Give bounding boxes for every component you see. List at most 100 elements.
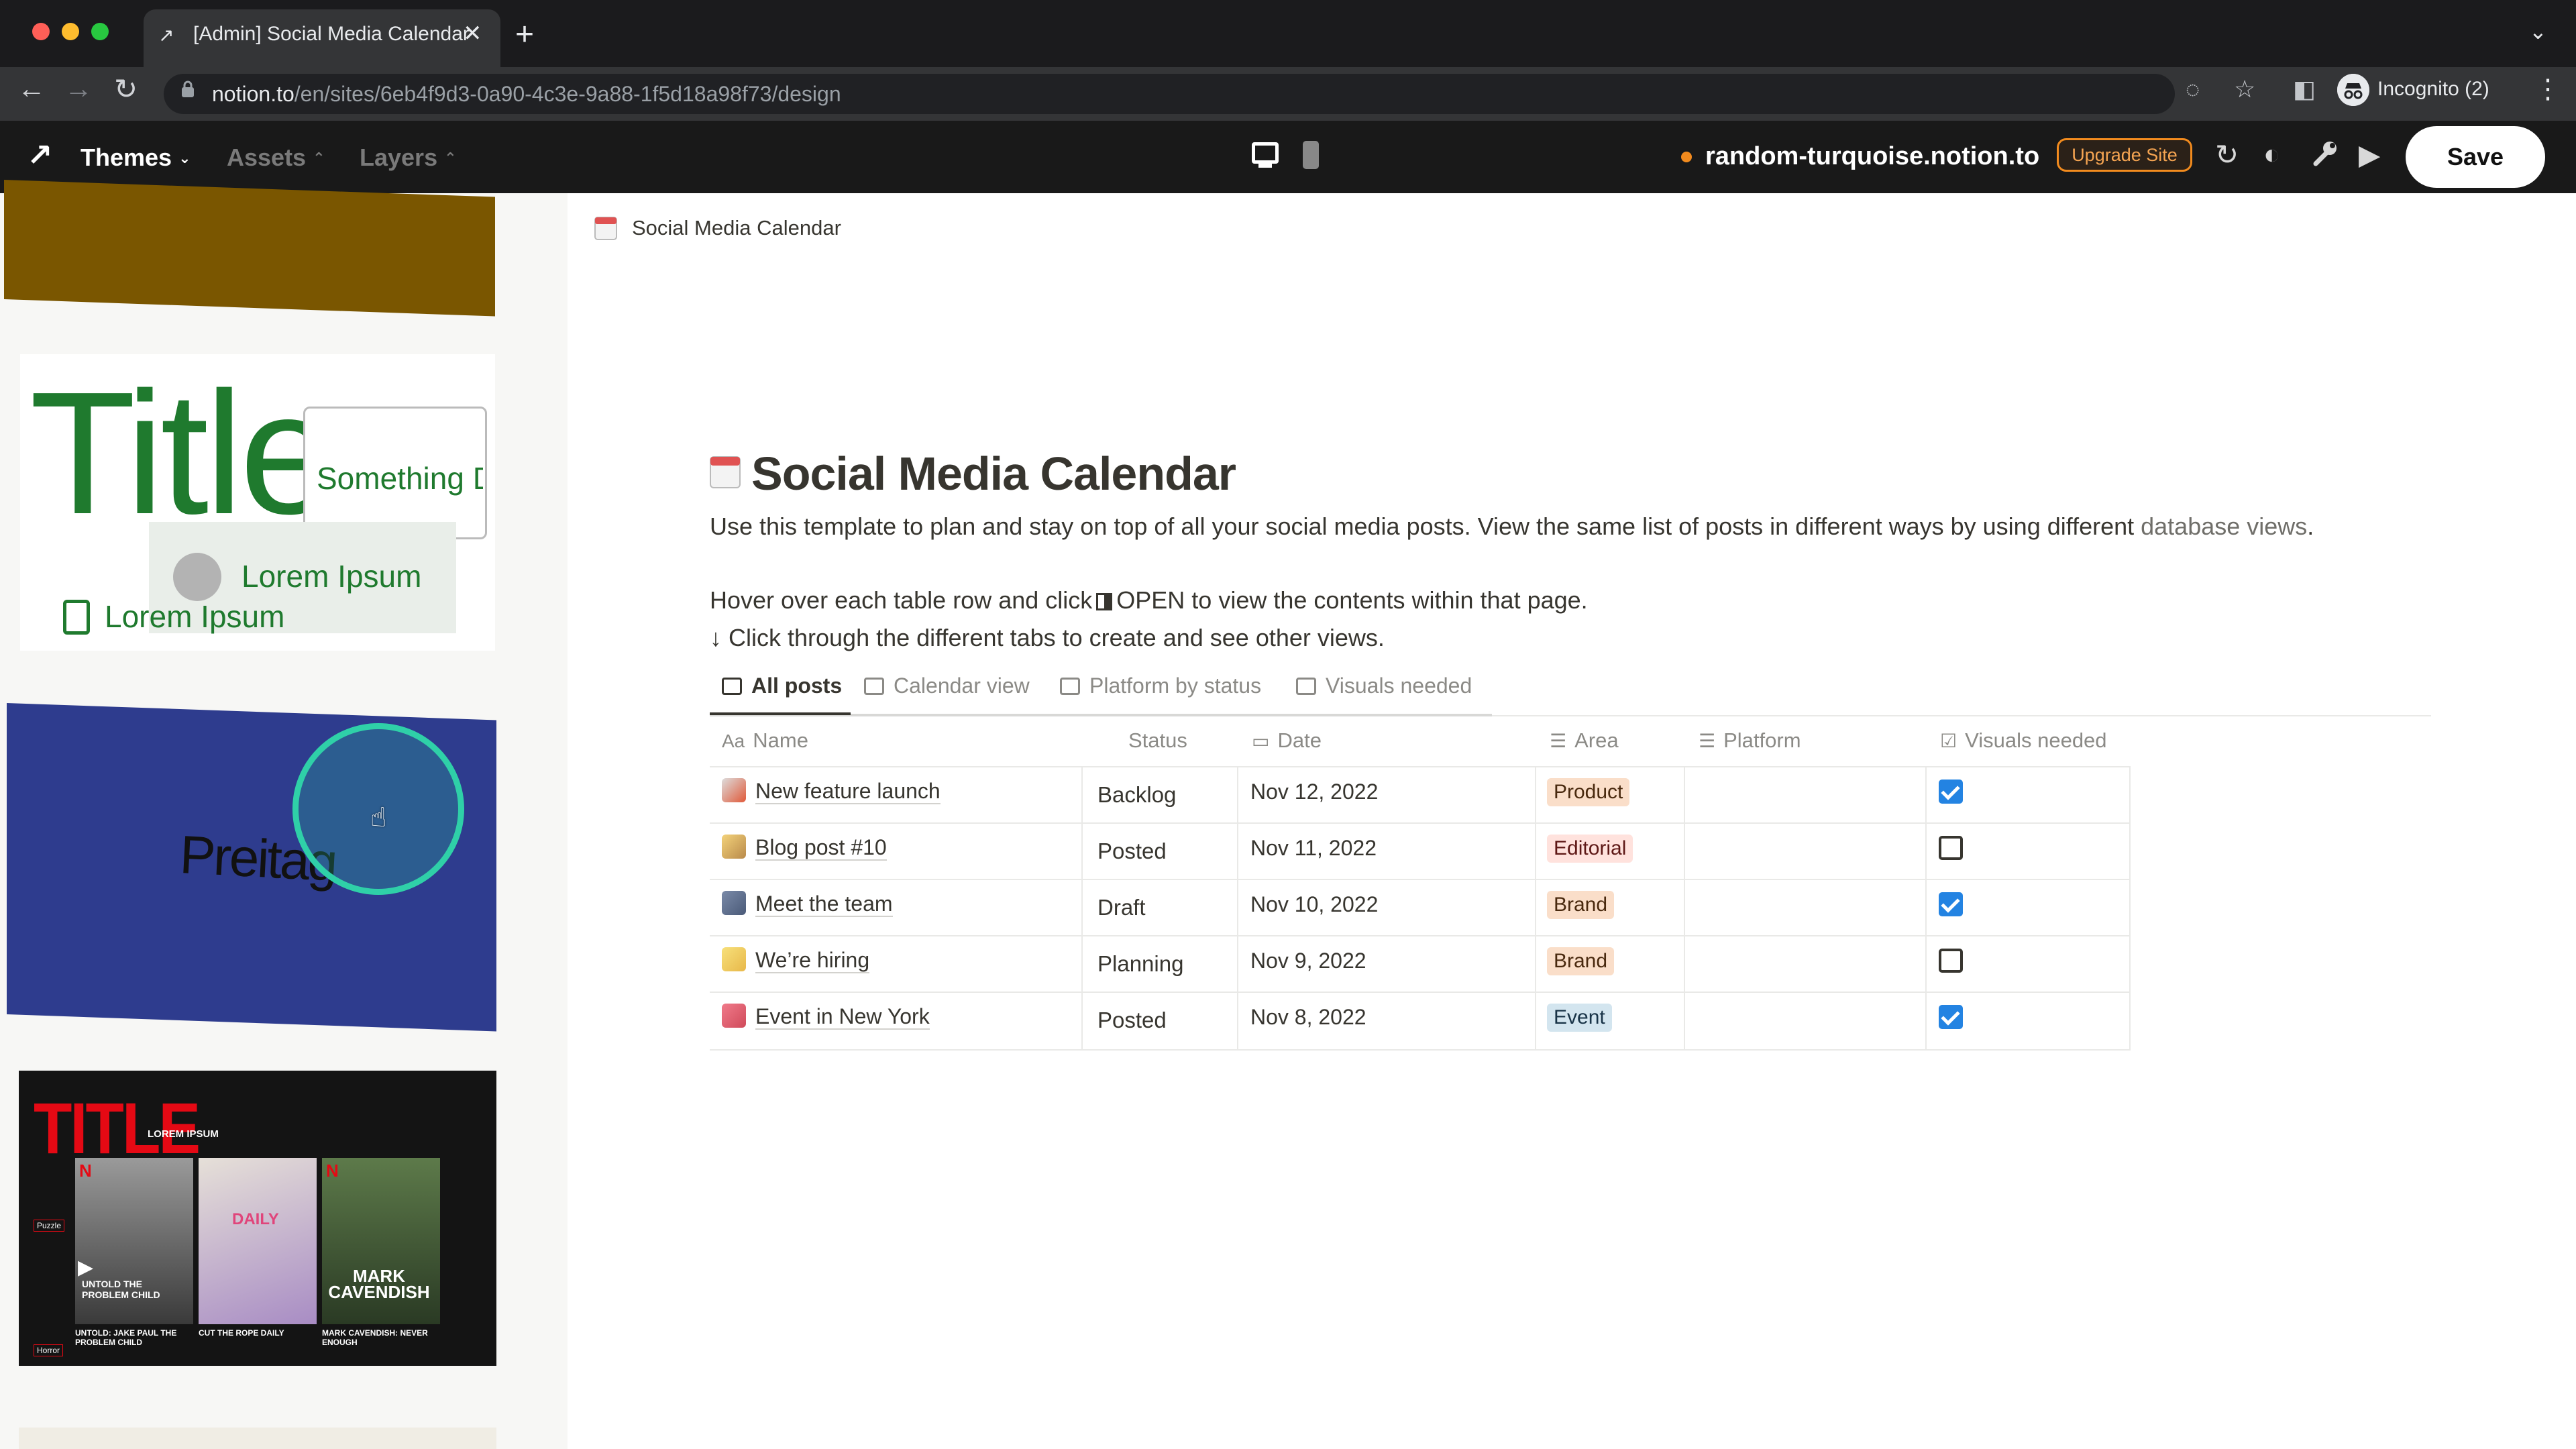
close-tab-icon[interactable]: ✕ bbox=[463, 20, 482, 47]
wrench-icon[interactable] bbox=[2312, 138, 2339, 174]
netflix-logo-icon: N bbox=[79, 1161, 92, 1181]
hand-cursor-icon: ☝ bbox=[370, 803, 387, 833]
status-cell[interactable]: Planning bbox=[1097, 951, 1183, 977]
window-close-button[interactable] bbox=[32, 23, 50, 40]
window-maximize-button[interactable] bbox=[91, 23, 109, 40]
site-domain[interactable]: random-turquoise.notion.to bbox=[1705, 142, 2039, 171]
poster-card: N MARK CAVENDISH MARK CAVENDISH: NEVER E… bbox=[322, 1158, 440, 1347]
column-header-name[interactable]: Aa Name bbox=[722, 729, 808, 753]
breadcrumb[interactable]: Social Media Calendar bbox=[632, 216, 841, 240]
poster-title: UNTOLD THE PROBLEM CHILD bbox=[82, 1279, 160, 1300]
date-cell[interactable]: Nov 12, 2022 bbox=[1250, 780, 1378, 804]
back-icon[interactable]: ← bbox=[17, 72, 46, 105]
page-title[interactable]: Social Media Calendar bbox=[751, 447, 1236, 500]
refresh-icon[interactable]: ↻ bbox=[2215, 138, 2239, 171]
visuals-checkbox[interactable] bbox=[1939, 780, 1963, 804]
tab-search-chevron-icon[interactable]: ⌄ bbox=[2529, 19, 2547, 44]
theme-card-brown[interactable] bbox=[4, 180, 495, 317]
column-header-date[interactable]: ▭ Date bbox=[1252, 729, 1322, 753]
table-divider bbox=[710, 935, 2131, 936]
lock-icon[interactable] bbox=[181, 80, 195, 98]
poster-card: DAILY CUT THE ROPE DAILY bbox=[199, 1158, 317, 1338]
incognito-label[interactable]: Incognito (2) bbox=[2377, 78, 2489, 101]
bookmark-star-icon[interactable]: ☆ bbox=[2234, 75, 2255, 103]
column-header-area[interactable]: ☰ Area bbox=[1550, 729, 1619, 753]
memo-icon bbox=[722, 835, 746, 859]
table-divider bbox=[710, 1049, 2131, 1051]
table-row[interactable]: New feature launch bbox=[722, 778, 941, 804]
table-divider bbox=[710, 879, 2131, 880]
table-row[interactable]: Blog post #10 bbox=[722, 835, 887, 861]
calendar-property-icon: ▭ bbox=[1252, 731, 1270, 751]
url-text[interactable]: notion.to/en/sites/6eb4f9d3-0a90-4c3e-9a… bbox=[212, 76, 841, 112]
theme-contrast-icon[interactable]: ◐ bbox=[2263, 138, 2280, 170]
table-row[interactable]: We’re hiring bbox=[722, 947, 870, 973]
poster-caption: UNTOLD: JAKE PAUL THE PROBLEM CHILD bbox=[75, 1328, 177, 1347]
tab-visuals-needed[interactable]: Visuals needed bbox=[1296, 674, 1472, 698]
layers-menu[interactable]: Layers ⌃ bbox=[360, 144, 457, 172]
reload-icon[interactable]: ↻ bbox=[114, 72, 138, 105]
status-cell[interactable]: Backlog bbox=[1097, 782, 1176, 808]
theme-preview-doc-text: Lorem Ipsum bbox=[105, 599, 285, 634]
tab-all-posts[interactable]: All posts bbox=[722, 674, 842, 698]
chevron-up-icon: ⌃ bbox=[444, 150, 457, 166]
table-column-divider bbox=[1237, 766, 1238, 1051]
area-tag[interactable]: Editorial bbox=[1547, 835, 1633, 863]
column-header-platform[interactable]: ☰ Platform bbox=[1699, 729, 1801, 753]
date-cell[interactable]: Nov 8, 2022 bbox=[1250, 1005, 1366, 1030]
visuals-checkbox[interactable] bbox=[1939, 836, 1963, 860]
visuals-checkbox[interactable] bbox=[1939, 1005, 1963, 1029]
avatar bbox=[173, 553, 221, 601]
calendar-icon[interactable] bbox=[710, 453, 741, 488]
themes-menu[interactable]: Themes ⌄ bbox=[80, 144, 191, 172]
text-property-icon: Aa bbox=[722, 731, 745, 751]
status-cell[interactable]: Draft bbox=[1097, 895, 1146, 920]
table-row[interactable]: Meet the team bbox=[722, 891, 893, 917]
forward-icon[interactable]: → bbox=[64, 72, 93, 105]
column-header-status[interactable]: Status bbox=[1128, 729, 1187, 753]
netflix-logo-icon: N bbox=[326, 1161, 339, 1181]
assets-menu[interactable]: Assets ⌃ bbox=[227, 144, 325, 172]
site-logo-arrow-icon[interactable]: ↗ bbox=[27, 137, 53, 173]
new-tab-icon[interactable]: + bbox=[515, 16, 534, 53]
tab-platform-by-status[interactable]: Platform by status bbox=[1060, 674, 1261, 698]
column-header-visuals-needed[interactable]: ☑ Visuals needed bbox=[1940, 729, 2107, 753]
incognito-icon[interactable] bbox=[2337, 74, 2369, 106]
visuals-checkbox[interactable] bbox=[1939, 949, 1963, 973]
save-button[interactable]: Save bbox=[2406, 126, 2545, 188]
area-tag[interactable]: Brand bbox=[1547, 947, 1615, 975]
date-cell[interactable]: Nov 11, 2022 bbox=[1250, 836, 1377, 861]
page-hint-tabs: ↓ Click through the different tabs to cr… bbox=[710, 624, 1385, 651]
upgrade-site-button[interactable]: Upgrade Site bbox=[2057, 138, 2192, 172]
window-minimize-button[interactable] bbox=[62, 23, 79, 40]
desktop-preview-icon[interactable] bbox=[1252, 142, 1279, 164]
browser-menu-icon[interactable]: ⋮ bbox=[2534, 74, 2561, 105]
play-preview-icon[interactable]: ▶ bbox=[2359, 138, 2380, 171]
theme-card-cream[interactable] bbox=[19, 1428, 496, 1449]
area-tag[interactable]: Brand bbox=[1547, 891, 1615, 919]
tab-calendar-view[interactable]: Calendar view bbox=[864, 674, 1030, 698]
table-column-divider bbox=[1535, 766, 1536, 1051]
database-views-link[interactable]: database views bbox=[2141, 513, 2307, 540]
table-column-divider bbox=[2129, 766, 2131, 1051]
date-cell[interactable]: Nov 9, 2022 bbox=[1250, 949, 1366, 973]
visuals-checkbox[interactable] bbox=[1939, 892, 1963, 916]
mobile-preview-icon[interactable] bbox=[1303, 141, 1319, 169]
calendar-icon bbox=[594, 215, 617, 240]
table-divider bbox=[710, 991, 2131, 993]
side-panel-icon[interactable]: ◧ bbox=[2293, 75, 2316, 103]
area-tag[interactable]: Event bbox=[1547, 1004, 1612, 1032]
area-tag[interactable]: Product bbox=[1547, 778, 1630, 806]
ticket-icon bbox=[722, 1004, 746, 1028]
status-cell[interactable]: Posted bbox=[1097, 839, 1167, 864]
poster-caption: MARK CAVENDISH: NEVER ENOUGH bbox=[322, 1328, 428, 1347]
status-cell[interactable]: Posted bbox=[1097, 1008, 1167, 1033]
checkbox-property-icon: ☑ bbox=[1940, 731, 1957, 751]
eye-off-icon[interactable]: ◌ bbox=[2186, 75, 2200, 103]
table-row[interactable]: Event in New York bbox=[722, 1004, 930, 1030]
page-canvas bbox=[568, 193, 2576, 1449]
notion-favicon-icon: ↗ bbox=[158, 25, 174, 46]
date-cell[interactable]: Nov 10, 2022 bbox=[1250, 892, 1378, 917]
board-icon bbox=[1296, 678, 1316, 695]
board-icon bbox=[1060, 678, 1080, 695]
